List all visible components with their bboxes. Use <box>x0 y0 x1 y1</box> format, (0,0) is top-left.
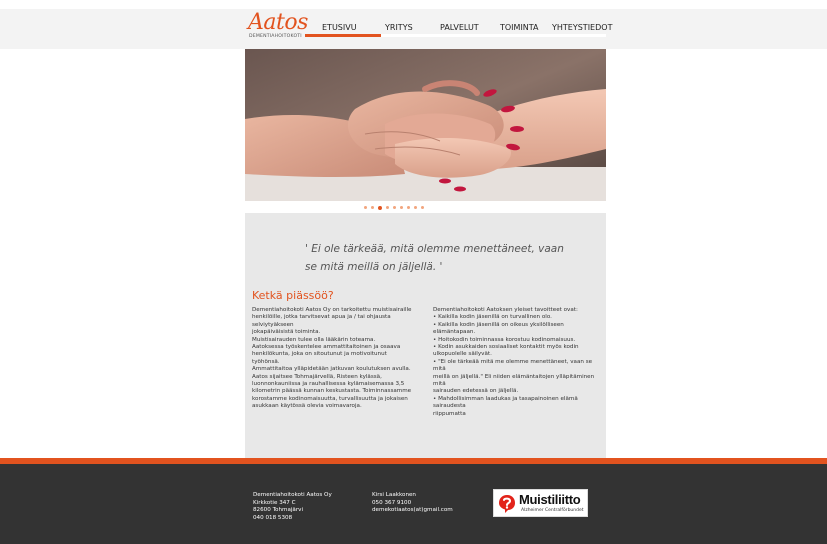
postal-city: 82600 Tohmajärvi <box>253 507 304 514</box>
intro-line: kilometrin päässä kunnan keskustasta. To… <box>252 388 412 395</box>
nav-item-yhteystiedot[interactable]: YHTEYSTIEDOT <box>552 23 612 32</box>
intro-line: Aatoksessa työskentelee ammattitaitoinen… <box>252 344 401 351</box>
intro-line: Ammattitaitoa ylläpidetään jatkuvan koul… <box>252 366 411 373</box>
slider-dot[interactable] <box>386 206 389 209</box>
slider-dot[interactable] <box>414 206 417 209</box>
company-phone[interactable]: 040 018 5308 <box>253 515 332 523</box>
goals-line: Dementiahoitokoti Aatoksen yleiset tavoi… <box>433 307 578 313</box>
contact-name: Kirsi Laakkonen <box>372 492 416 498</box>
main-content: ' Ei ole tärkeää, mitä olemme menettänee… <box>245 213 606 458</box>
muistiliitto-mark-icon <box>499 495 515 513</box>
holding-hands-image <box>245 49 606 201</box>
intro-line: henkilökunta, joka on sitoutunut ja moti… <box>252 351 387 365</box>
slider-dot[interactable] <box>421 206 424 209</box>
goals-line: ulkopuolelle säilyvät. <box>433 351 492 358</box>
intro-line: Dementiahoitokoti Aatos Oy on tarkoitett… <box>252 307 412 313</box>
street-address: Kirkkotie 347 C <box>253 499 296 506</box>
nav-item-palvelut[interactable]: PALVELUT <box>440 23 479 32</box>
partner-subtitle: Alzheimer Centralförbundet <box>521 508 584 513</box>
site-logo[interactable]: Aatos DEMENTIAHOITOKOTI <box>248 10 308 43</box>
nav-item-toiminta[interactable]: TOIMINTA <box>500 23 539 32</box>
goals-line: riippumatta <box>433 410 466 417</box>
goals-line: meillä on jäljellä." Eli niiden elämänta… <box>433 373 595 388</box>
goals-line: • Kaikilla kodin jäsenillä on oikeus yks… <box>433 321 564 336</box>
goals-line: • "Ei ole tärkeää mitä me olemme menettä… <box>433 358 593 373</box>
goals-line: • Hoitokodin toiminnassa korostuu kodino… <box>433 336 576 343</box>
goals-line: • Kodin asukkaiden sosiaaliset kontaktit… <box>433 344 579 351</box>
slider-dot-active[interactable] <box>378 205 382 210</box>
intro-line: jokapäiväisistä toiminta. <box>252 329 321 336</box>
company-name: Dementiahoitokoti Aatos Oy <box>253 492 332 498</box>
header-bar <box>0 9 827 49</box>
intro-line: Muistisairauden tulee olla lääkärin tote… <box>252 336 376 343</box>
nav-active-indicator <box>305 34 381 37</box>
goals-line: • Kaikilla kodin jäsenillä on turvalline… <box>433 314 552 321</box>
hero-slide-image <box>245 49 606 201</box>
nav-underline <box>381 34 606 37</box>
company-address: Dementiahoitokoti Aatos Oy Kirkkotie 347… <box>253 492 332 522</box>
logo-script-text: Aatos <box>248 10 308 35</box>
slider-dot[interactable] <box>364 206 367 209</box>
goals-line: • Mahdollisimman laadukas ja tasapainoin… <box>433 395 578 410</box>
muistiliitto-logo[interactable]: Muistiliitto Alzheimer Centralförbundet <box>493 489 588 517</box>
intro-line: korostamme kodinomaisuutta, turvallisuut… <box>252 395 408 402</box>
intro-line: luonnonkauniissa ja rauhallisessa kyläma… <box>252 381 405 388</box>
nav-item-etusivu[interactable]: ETUSIVU <box>322 23 357 32</box>
slider-dot[interactable] <box>393 206 396 209</box>
intro-line: asukkaan käytössä olevia voimavaroja. <box>252 403 362 410</box>
slider-dot[interactable] <box>400 206 403 209</box>
goals-column: Dementiahoitokoti Aatoksen yleiset tavoi… <box>433 307 601 418</box>
partner-name: Muistiliitto <box>519 492 581 507</box>
intro-line: henkilöille, jotka tarvitsevat apua ja /… <box>252 314 391 328</box>
contact-phone[interactable]: 050 367 9100 <box>372 500 453 508</box>
intro-column: Dementiahoitokoti Aatos Oy on tarkoitett… <box>252 307 412 411</box>
section-title: Ketkä piässöö? <box>252 289 334 302</box>
site-footer: Dementiahoitokoti Aatos Oy Kirkkotie 347… <box>0 464 827 544</box>
intro-line: Aatos sijaitsee Tohmajärvellä, Risteen k… <box>252 373 382 380</box>
contact-email[interactable]: demekotiaatos(at)gmail.com <box>372 507 453 515</box>
goals-line: sairauden edetessä on jäljellä. <box>433 388 519 395</box>
nav-item-yritys[interactable]: YRITYS <box>385 23 413 32</box>
quote-text: ' Ei ole tärkeää, mitä olemme menettänee… <box>305 243 564 273</box>
slider-dot[interactable] <box>371 206 374 209</box>
slider-dot[interactable] <box>407 206 410 209</box>
contact-person: Kirsi Laakkonen 050 367 9100 demekotiaat… <box>372 492 453 515</box>
logo-subtitle: DEMENTIAHOITOKOTI <box>249 34 302 39</box>
